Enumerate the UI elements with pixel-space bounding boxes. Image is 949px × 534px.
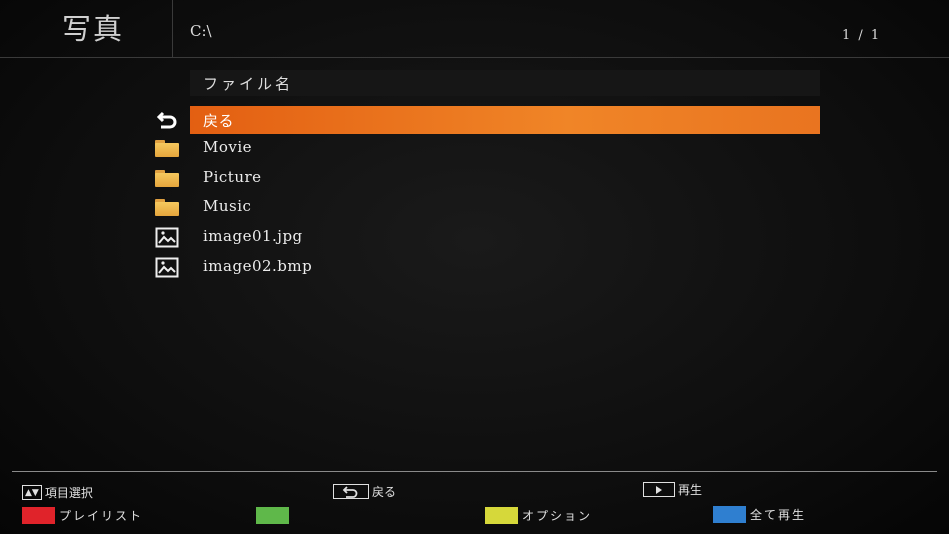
hint-back-label: 戻る — [372, 485, 397, 499]
header-divider — [172, 0, 173, 57]
list-item-label: 戻る — [203, 112, 235, 130]
header-bar: 写真 C:\ 1 / 1 — [0, 0, 949, 58]
list-item-back[interactable]: 戻る — [150, 106, 820, 134]
back-arrow-icon — [333, 484, 369, 499]
folder-icon — [154, 137, 180, 159]
list-item-label: Movie — [203, 138, 253, 156]
list-item-label: Music — [203, 197, 252, 215]
hint-red-label: プレイリスト — [59, 509, 144, 523]
red-key-icon — [22, 507, 55, 524]
list-item-label: image01.jpg — [203, 227, 303, 245]
back-arrow-icon — [154, 109, 180, 131]
list-item-folder-music[interactable]: Music — [150, 193, 820, 221]
page-counter: 1 / 1 — [842, 28, 882, 43]
hint-select-label: 項目選択 — [44, 486, 93, 500]
play-icon — [643, 482, 675, 497]
list-item-folder-movie[interactable]: Movie — [150, 134, 820, 162]
selection-highlight — [190, 106, 820, 134]
hint-play: 再生 — [643, 481, 702, 498]
hint-yellow-label: オプション — [522, 509, 593, 523]
hint-play-label: 再生 — [678, 483, 703, 497]
yellow-key-icon — [485, 507, 518, 524]
folder-icon — [154, 196, 180, 218]
list-item-file-image01[interactable]: image01.jpg — [150, 223, 820, 251]
hint-red: プレイリスト — [22, 507, 143, 524]
column-header-label: ファイル名 — [203, 75, 294, 93]
hint-select: ▲▼ 項目選択 — [22, 484, 93, 501]
list-item-label: Picture — [203, 168, 262, 186]
list-item-file-image02[interactable]: image02.bmp — [150, 253, 820, 281]
hint-green — [256, 507, 293, 524]
list-item-folder-picture[interactable]: Picture — [150, 164, 820, 192]
column-header: ファイル名 — [190, 70, 820, 96]
up-down-arrows-icon: ▲▼ — [22, 485, 42, 500]
hint-blue-label: 全て再生 — [750, 508, 807, 522]
current-path: C:\ — [190, 22, 212, 40]
app-title: 写真 — [62, 12, 125, 46]
hint-yellow: オプション — [485, 507, 592, 524]
blue-key-icon — [713, 506, 746, 523]
hint-back: 戻る — [333, 483, 396, 500]
folder-icon — [154, 167, 180, 189]
list-item-label: image02.bmp — [203, 257, 313, 275]
green-key-icon — [256, 507, 289, 524]
image-file-icon — [154, 256, 180, 278]
image-file-icon — [154, 226, 180, 248]
hint-blue: 全て再生 — [713, 506, 806, 523]
footer-divider — [12, 471, 937, 472]
